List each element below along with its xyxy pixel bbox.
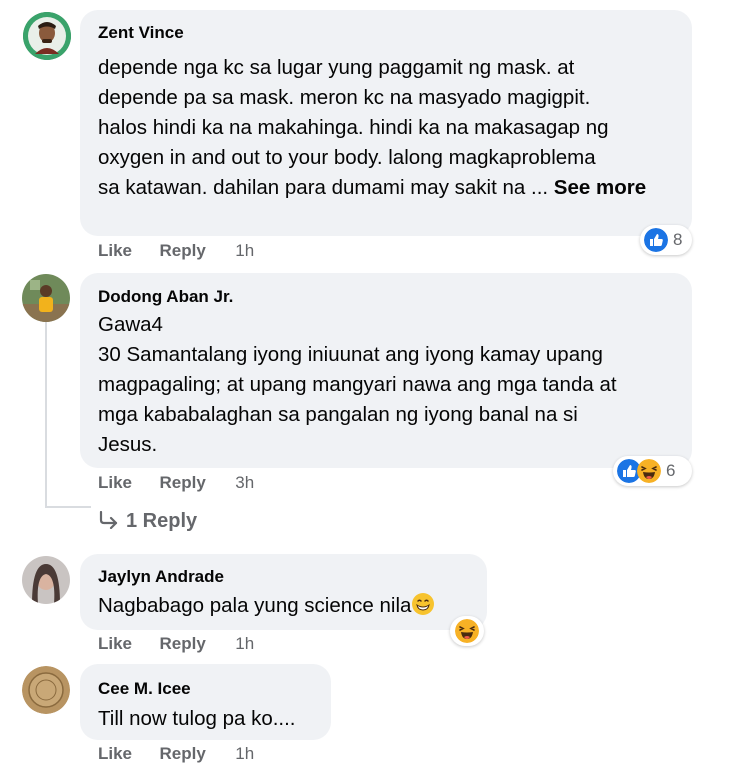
like-button[interactable]: Like (98, 744, 132, 763)
comment-timestamp[interactable]: 1h (235, 241, 254, 260)
comment-text-line: Nagbabago pala yung science nila (98, 594, 412, 617)
comment-actions: Like Reply 1h (98, 744, 254, 764)
comment-author[interactable]: Zent Vince (98, 23, 184, 43)
reply-button[interactable]: Reply (160, 241, 206, 260)
like-thumb-icon (644, 228, 668, 252)
comment-text-line: Jesus. (98, 433, 158, 456)
comment-text-line: oxygen in and out to your body. lalong m… (98, 146, 596, 169)
avatar-dodong-aban[interactable] (22, 274, 70, 322)
comment-timestamp[interactable]: 1h (235, 744, 254, 763)
reply-arrow-icon (99, 510, 118, 530)
comment-text-line: sa katawan. dahilan para dumami may saki… (98, 176, 647, 199)
view-replies-label: 1 Reply (126, 510, 198, 532)
comment-text-line: magpagaling; at upang mangyari nawa ang … (98, 373, 617, 396)
comment-bubble: Cee M. Icee Till now tulog pa ko.... (80, 664, 331, 740)
comment-bubble: Zent Vince depende nga kc sa lugar yung … (80, 10, 692, 236)
comment-text-line: depende pa sa mask. meron kc na masyado … (98, 86, 591, 109)
comment-text-line: mga kababalaghan sa pangalan ng iyong ba… (98, 403, 578, 426)
reply-button[interactable]: Reply (160, 473, 206, 492)
avatar-zent-vince[interactable] (23, 12, 71, 60)
like-button[interactable]: Like (98, 473, 132, 492)
see-more-link[interactable]: See more (554, 176, 646, 199)
comment-author[interactable]: Dodong Aban Jr. (98, 287, 233, 307)
like-button[interactable]: Like (98, 241, 132, 260)
haha-face-icon (455, 619, 479, 643)
reply-button[interactable]: Reply (160, 744, 206, 763)
comment-timestamp[interactable]: 1h (235, 634, 254, 653)
comment-text-line: depende nga kc sa lugar yung paggamit ng… (98, 56, 575, 79)
reaction-summary[interactable]: 6 (613, 456, 692, 486)
comment-author[interactable]: Cee M. Icee (98, 679, 191, 699)
comment-actions: Like Reply 1h (98, 634, 254, 654)
comment-text-line: halos hindi ka na makahinga. hindi ka na… (98, 116, 609, 139)
avatar-cee-m-icee[interactable] (22, 666, 70, 714)
haha-face-icon (637, 459, 661, 483)
comment-actions: Like Reply 3h (98, 473, 254, 493)
comment-text-line: Gawa4 (98, 313, 163, 336)
comment-actions: Like Reply 1h (98, 241, 254, 261)
reply-button[interactable]: Reply (160, 634, 206, 653)
reaction-count: 8 (673, 230, 683, 249)
comment-text-line: Till now tulog pa ko.... (98, 707, 296, 730)
reaction-summary[interactable] (450, 616, 484, 646)
thread-connector (45, 322, 47, 508)
grin-emoji-icon (412, 593, 435, 615)
comment-text: Till now tulog pa ko.... (98, 704, 296, 734)
comment-timestamp[interactable]: 3h (235, 473, 254, 492)
comment-text: Gawa4 30 Samantalang iyong iniuunat ang … (98, 310, 617, 460)
reaction-summary[interactable]: 8 (640, 225, 692, 255)
like-button[interactable]: Like (98, 634, 132, 653)
comment-bubble: Jaylyn Andrade Nagbabago pala yung scien… (80, 554, 487, 630)
comment-text-line: 30 Samantalang iyong iniuunat ang iyong … (98, 343, 603, 366)
avatar-jaylyn-andrade[interactable] (22, 556, 70, 604)
comment-bubble: Dodong Aban Jr. Gawa4 30 Samantalang iyo… (80, 273, 692, 468)
comment-text: Nagbabago pala yung science nila (98, 591, 435, 621)
thread-connector-elbow (45, 506, 91, 508)
view-replies-link[interactable]: 1 Reply (98, 510, 197, 533)
comment-text: depende nga kc sa lugar yung paggamit ng… (98, 53, 646, 203)
comment-author[interactable]: Jaylyn Andrade (98, 567, 224, 587)
reaction-count: 6 (666, 461, 676, 480)
